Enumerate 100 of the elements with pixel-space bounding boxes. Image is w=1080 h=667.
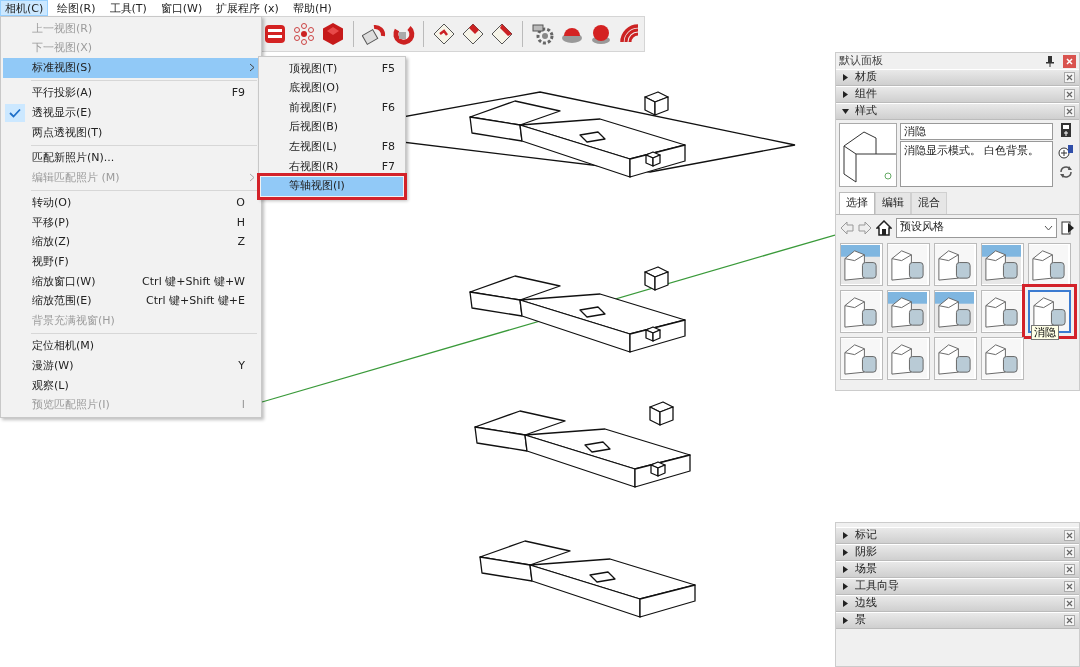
- menu-item[interactable]: 底视图(O): [261, 78, 403, 99]
- menu-item[interactable]: 转动(O) O: [3, 193, 259, 214]
- panel-label: 标记: [855, 527, 878, 544]
- check-icon: [9, 108, 21, 119]
- add-icon[interactable]: [1058, 143, 1074, 159]
- style-thumbnail[interactable]: [887, 289, 930, 333]
- panel-header[interactable]: 边线: [836, 595, 1079, 612]
- panel-label: 阴影: [855, 544, 878, 561]
- expand-icon[interactable]: [842, 617, 849, 624]
- expand-icon[interactable]: [842, 74, 849, 81]
- menu-item[interactable]: 工具(T): [104, 0, 152, 16]
- panel-label: 样式: [855, 103, 878, 120]
- menu-item[interactable]: 缩放(Z) Z: [3, 232, 259, 253]
- close-icon[interactable]: [1064, 598, 1075, 609]
- tab[interactable]: 编辑: [875, 192, 911, 214]
- menu-item[interactable]: 帮助(H): [287, 0, 337, 16]
- menu-item[interactable]: 扩展程序 (x): [211, 0, 284, 16]
- collection-dropdown[interactable]: 预设风格: [896, 217, 1057, 238]
- gear-icon[interactable]: [531, 22, 555, 46]
- style-thumbnail[interactable]: [981, 336, 1024, 380]
- chevron-icon: [249, 63, 255, 73]
- menu-item[interactable]: 窗口(W): [155, 0, 208, 16]
- home-icon[interactable]: [876, 219, 892, 236]
- style-thumbnail[interactable]: [1028, 242, 1071, 286]
- menu-item[interactable]: 标准视图(S): [3, 58, 259, 78]
- menu-item[interactable]: 缩放范围(E) Ctrl 键+Shift 键+E: [3, 291, 259, 312]
- panel-header[interactable]: 组件: [836, 86, 1079, 103]
- close-icon[interactable]: [1064, 89, 1075, 100]
- tile-icon[interactable]: [432, 22, 456, 46]
- panel-label: 景: [855, 612, 867, 629]
- panel-label: 边线: [855, 595, 878, 612]
- style-thumbnail[interactable]: [934, 336, 977, 380]
- style-thumbnail[interactable]: [981, 289, 1024, 333]
- menu-item[interactable]: 顶视图(T) F5: [261, 59, 403, 79]
- menu-item[interactable]: 匹配新照片(N)...: [3, 148, 259, 169]
- menu-item[interactable]: 透视显示(E): [3, 103, 259, 123]
- menu-item[interactable]: 右视图(R) F7: [261, 156, 403, 177]
- tile-icon[interactable]: [490, 22, 514, 46]
- ball-icon[interactable]: [589, 22, 613, 46]
- panel-header[interactable]: 材质: [836, 69, 1079, 86]
- panel-header[interactable]: 标记: [836, 527, 1079, 544]
- rotate-icon[interactable]: [362, 22, 386, 46]
- panel-header[interactable]: 场景: [836, 561, 1079, 578]
- expand-icon[interactable]: [842, 583, 849, 590]
- close-icon[interactable]: [1064, 581, 1075, 592]
- panel-label: 材质: [855, 69, 878, 86]
- style-thumbnail[interactable]: [840, 336, 883, 380]
- app-icon[interactable]: [263, 22, 287, 46]
- style-thumbnail[interactable]: [840, 289, 883, 333]
- menu-item[interactable]: 平行投影(A) F9: [3, 83, 259, 104]
- expand-icon[interactable]: [842, 91, 849, 98]
- hexagon-icon[interactable]: [321, 22, 345, 46]
- menu-item[interactable]: 前视图(F) F6: [261, 98, 403, 118]
- dots-icon[interactable]: [292, 22, 316, 46]
- menu-item[interactable]: 漫游(W) Y: [3, 356, 259, 377]
- menu-item[interactable]: 相机(C): [0, 0, 49, 16]
- tile-icon[interactable]: [461, 22, 485, 46]
- menu-item[interactable]: 平移(P) H: [3, 213, 259, 233]
- panel-header[interactable]: 景: [836, 612, 1079, 629]
- description-field[interactable]: 消隐显示模式。 白色背景。: [900, 141, 1053, 187]
- menu-item[interactable]: 两点透视图(T): [3, 122, 259, 143]
- refresh-icon[interactable]: [1059, 165, 1073, 179]
- chevron-icon: [249, 173, 255, 183]
- style-thumbnail[interactable]: [887, 336, 930, 380]
- close-icon[interactable]: [1064, 547, 1075, 558]
- panel-title: 默认面板: [839, 52, 884, 69]
- menu-item[interactable]: 观察(L): [3, 376, 259, 396]
- pin-icon[interactable]: [1045, 55, 1055, 67]
- style-name-field[interactable]: 消隐: [900, 123, 1053, 140]
- style-thumbnail[interactable]: [934, 242, 977, 286]
- style-thumbnail[interactable]: [981, 242, 1024, 286]
- close-icon[interactable]: [1063, 54, 1076, 68]
- style-thumbnail[interactable]: [840, 242, 883, 286]
- tab[interactable]: 选择: [839, 192, 875, 214]
- close-icon[interactable]: [1064, 106, 1075, 117]
- menu-item[interactable]: 后视图(B): [261, 117, 403, 138]
- close-icon[interactable]: [1064, 72, 1075, 83]
- panel-header[interactable]: 阴影: [836, 544, 1079, 561]
- panel-label: 组件: [855, 86, 878, 103]
- close-icon[interactable]: [1064, 530, 1075, 541]
- collapse-icon[interactable]: [842, 108, 849, 115]
- style-thumbnail[interactable]: [934, 289, 977, 333]
- panel-label: 场景: [855, 561, 878, 578]
- menu-item[interactable]: 缩放窗口(W) Ctrl 键+Shift 键+W: [3, 272, 259, 292]
- expand-icon[interactable]: [842, 549, 849, 556]
- close-icon[interactable]: [1064, 615, 1075, 626]
- style-thumbnail[interactable]: [887, 242, 930, 286]
- panel-header[interactable]: 工具向导: [836, 578, 1079, 595]
- expand-icon[interactable]: [842, 566, 849, 573]
- update-icon[interactable]: [1060, 123, 1072, 137]
- tab[interactable]: 混合: [911, 192, 947, 214]
- panel-header[interactable]: 样式: [836, 103, 1079, 120]
- expand-icon[interactable]: [842, 532, 849, 539]
- details-icon[interactable]: [1061, 219, 1075, 236]
- close-icon[interactable]: [1064, 564, 1075, 575]
- menu-item[interactable]: 视野(F): [3, 252, 259, 273]
- expand-icon[interactable]: [842, 600, 849, 607]
- menu-item[interactable]: 绘图(R): [52, 0, 101, 16]
- menu-item[interactable]: 定位相机(M): [3, 336, 259, 357]
- menu-item[interactable]: 左视图(L) F8: [261, 137, 403, 157]
